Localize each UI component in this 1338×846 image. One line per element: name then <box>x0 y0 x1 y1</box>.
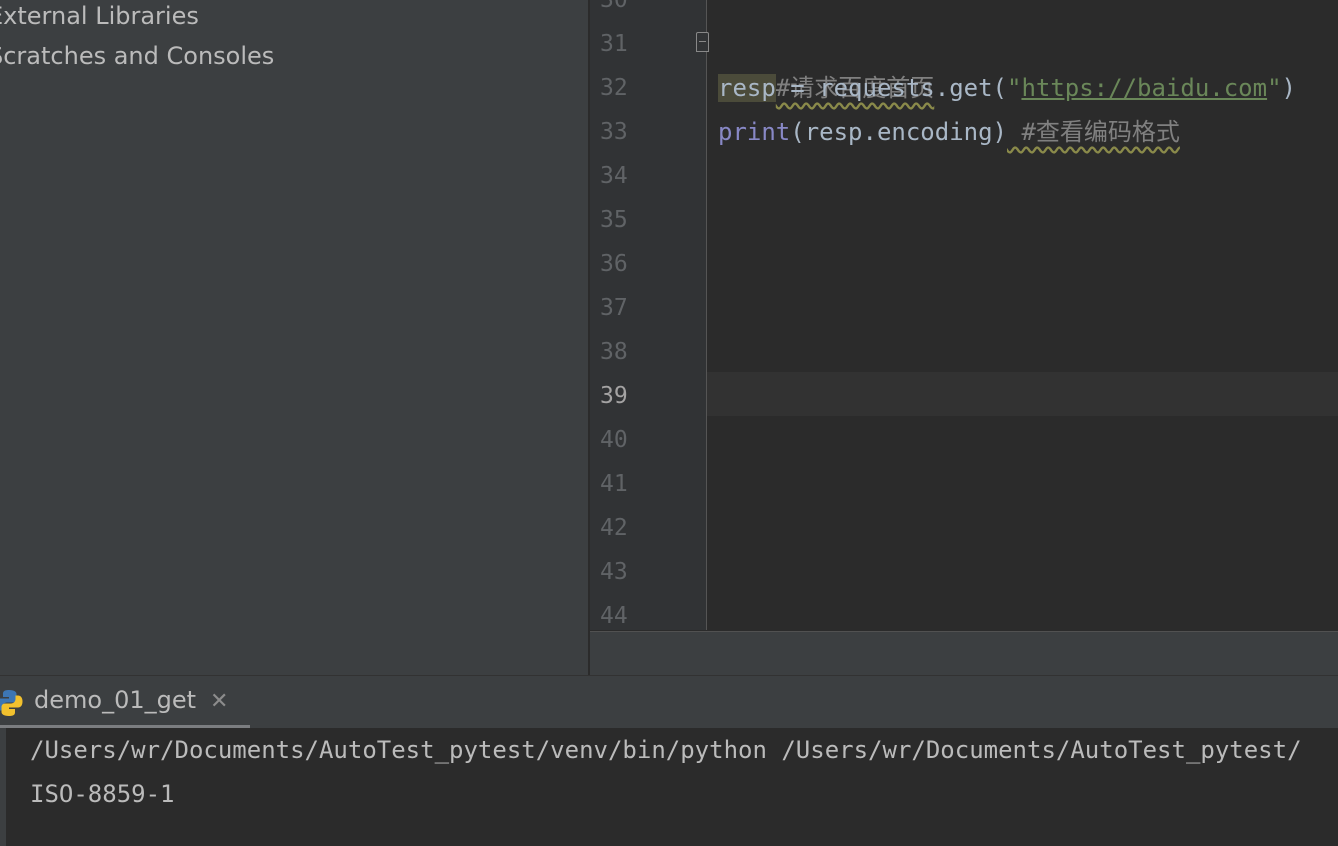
tree-item-external-libraries[interactable]: External Libraries <box>0 2 199 30</box>
code-string-quote: " <box>1006 74 1022 102</box>
code-editor[interactable]: 30 31 32 33 34 35 36 37 38 39 40 41 42 4… <box>590 0 1338 630</box>
run-console[interactable]: /Users/wr/Documents/AutoTest_pytest/venv… <box>0 728 1338 846</box>
line-number: 35 <box>600 207 628 233</box>
run-tab-label: demo_01_get <box>34 686 197 714</box>
code-comment: #查看编码格式 <box>1007 118 1180 146</box>
run-tab-demo-01-get[interactable]: demo_01_get ✕ <box>0 676 250 729</box>
fold-marker-icon[interactable] <box>696 32 709 52</box>
line-number: 44 <box>600 603 628 629</box>
line-number: 32 <box>600 75 628 101</box>
line-number: 37 <box>600 295 628 321</box>
line-number-gutter: 30 31 32 33 34 35 36 37 38 39 40 41 42 4… <box>590 0 709 630</box>
line-number: 40 <box>600 427 628 453</box>
project-sidebar: External Libraries Scratches and Console… <box>0 0 588 675</box>
code-line-33[interactable]: print(resp.encoding) #查看编码格式 <box>718 110 1180 154</box>
console-line: ISO-8859-1 <box>30 780 175 808</box>
close-icon[interactable]: ✕ <box>210 690 228 714</box>
code-builtin: print <box>718 118 791 146</box>
line-number: 42 <box>600 515 628 541</box>
line-number: 34 <box>600 163 628 189</box>
code-line-32[interactable]: resp = requests.get("https://baidu.com") <box>718 66 1296 110</box>
line-number: 31 <box>600 31 628 57</box>
code-call: = requests.get( <box>775 74 1007 102</box>
console-line: /Users/wr/Documents/AutoTest_pytest/venv… <box>30 736 1302 764</box>
line-number: 41 <box>600 471 628 497</box>
line-number: 33 <box>600 119 628 145</box>
line-number: 43 <box>600 559 628 585</box>
code-variable: resp <box>718 74 776 102</box>
python-icon <box>0 690 23 716</box>
code-line-31[interactable]: #请求百度首页 <box>718 22 934 102</box>
code-args: (resp.encoding) <box>790 118 1007 146</box>
code-url-link[interactable]: https://baidu.com <box>1021 74 1267 102</box>
run-tool-window-header: demo_01_get ✕ <box>0 675 1338 729</box>
code-paren: ) <box>1281 74 1296 102</box>
editor-bottom-strip <box>590 631 1338 676</box>
line-number-current: 39 <box>600 383 628 409</box>
line-number: 30 <box>600 0 628 13</box>
line-number: 36 <box>600 251 628 277</box>
code-string-quote: " <box>1267 74 1282 102</box>
line-number: 38 <box>600 339 628 365</box>
current-line-highlight <box>707 372 1338 416</box>
tree-item-scratches-and-consoles[interactable]: Scratches and Consoles <box>0 42 274 70</box>
